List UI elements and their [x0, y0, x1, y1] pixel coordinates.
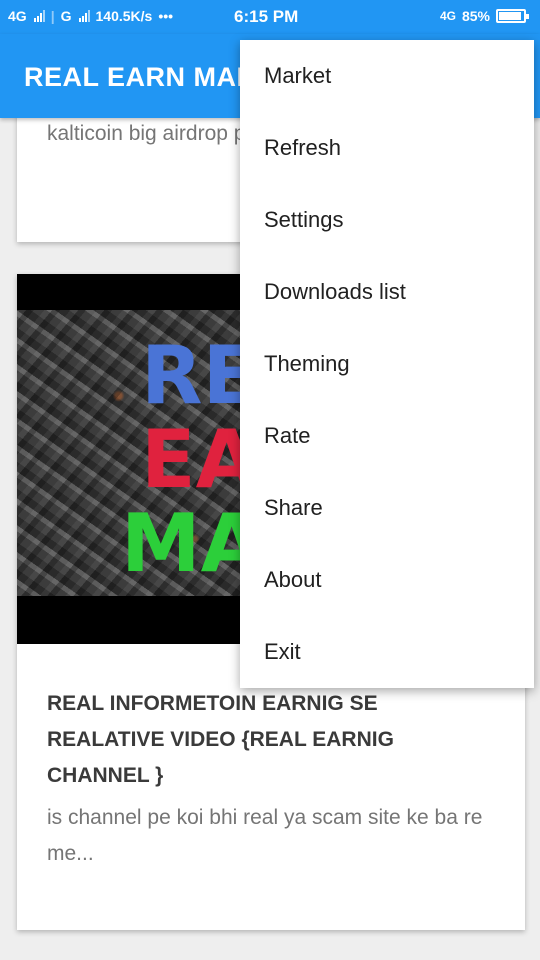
menu-item-share[interactable]: Share [240, 472, 534, 544]
post-description: is channel pe koi bhi real ya scam site … [47, 806, 483, 865]
more-notifications-icon: ••• [158, 8, 174, 24]
sim1-type: 4G [8, 8, 27, 24]
menu-item-downloads-list[interactable]: Downloads list [240, 256, 534, 328]
status-bar: 4G | G 140.5K/s ••• 6:15 PM 4G 85% [0, 0, 540, 34]
sim2-type: G [60, 8, 72, 24]
signal-icon-2 [78, 10, 90, 22]
menu-item-exit[interactable]: Exit [240, 616, 534, 688]
post-title: REAL INFORMETOIN EARNIG SE REALATIVE VID… [47, 692, 394, 787]
menu-item-theming[interactable]: Theming [240, 328, 534, 400]
network-4g-icon: 4G [439, 9, 456, 23]
status-right: 4G 85% [439, 8, 529, 24]
battery-level [499, 12, 522, 20]
separator: | [50, 8, 55, 24]
overflow-menu: Market Refresh Settings Downloads list T… [240, 40, 534, 688]
menu-item-settings[interactable]: Settings [240, 184, 534, 256]
menu-item-about[interactable]: About [240, 544, 534, 616]
net-speed: 140.5K/s [95, 8, 153, 24]
clock: 6:15 PM [234, 7, 299, 26]
menu-item-refresh[interactable]: Refresh [240, 112, 534, 184]
battery-percent: 85% [461, 8, 490, 24]
menu-item-rate[interactable]: Rate [240, 400, 534, 472]
signal-icon [33, 10, 45, 22]
status-left: 4G | G 140.5K/s ••• [8, 8, 173, 24]
battery-icon [496, 9, 529, 23]
menu-item-market[interactable]: Market [240, 40, 534, 112]
